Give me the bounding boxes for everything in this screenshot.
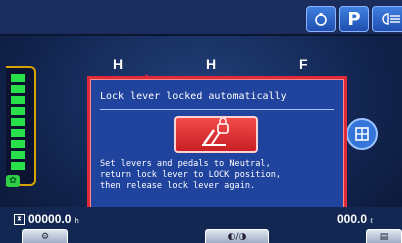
fuel-consumption-value: 000.0 — [337, 212, 368, 226]
menu-3-button[interactable]: ▤ — [366, 229, 402, 243]
hour-meter-icon: ⧗ — [14, 214, 25, 226]
menu-3-icon: ▤ — [379, 232, 389, 242]
light-glyph — [382, 13, 400, 25]
fuel-consumption-readout: 000.0 ℓ — [337, 211, 399, 227]
gauge-segment — [11, 162, 25, 170]
hour-meter-value: 00000.0 — [28, 212, 72, 226]
gauge-segment — [11, 85, 25, 93]
menu-1-button[interactable]: ⚙ — [22, 229, 68, 243]
coolant-gauge-label: H — [113, 56, 124, 72]
screen-toggle-button[interactable]: ◐/◑ — [205, 229, 269, 243]
transmission-glyph — [355, 127, 369, 141]
screen-toggle-icon: ◐/◑ — [227, 232, 247, 242]
fuel-gauge-label: F — [299, 56, 308, 72]
gauge-segment — [11, 151, 25, 159]
gauge-segment — [11, 74, 25, 82]
dialog-title: Lock lever locked automatically — [100, 89, 334, 110]
dialog-message: Set levers and pedals to Neutral, return… — [100, 159, 282, 191]
hour-meter-unit: h — [74, 218, 79, 225]
parking-brake-button[interactable]: P — [339, 6, 369, 32]
fuel-consumption-unit: ℓ — [370, 218, 373, 225]
engine-load-bar-gauge — [6, 66, 36, 186]
fan-icon: ✿ — [6, 175, 20, 187]
gauge-segment — [11, 107, 25, 115]
gauge-segment — [11, 129, 25, 137]
monitor-screen: P ✿ H H F Lock lever locked automaticall… — [0, 0, 402, 243]
alert-dialog: Lock lever locked automatically Set leve… — [87, 76, 347, 215]
gauge-segment — [11, 140, 25, 148]
lock-lever-glyph — [202, 117, 229, 146]
gauge-segment — [11, 96, 25, 104]
lock-lever-warning-icon — [174, 116, 258, 153]
menu-1-icon: ⚙ — [40, 232, 50, 242]
hour-meter: ⧗ 00000.0 h — [14, 211, 94, 227]
oil-gauge-label: H — [206, 56, 217, 72]
gauge-segment — [11, 118, 25, 126]
light-icon[interactable] — [372, 6, 402, 32]
engine-mode-glyph — [315, 13, 327, 26]
status-bar: P — [0, 0, 402, 36]
engine-mode-icon[interactable] — [306, 6, 336, 32]
transmission-icon — [346, 118, 378, 150]
